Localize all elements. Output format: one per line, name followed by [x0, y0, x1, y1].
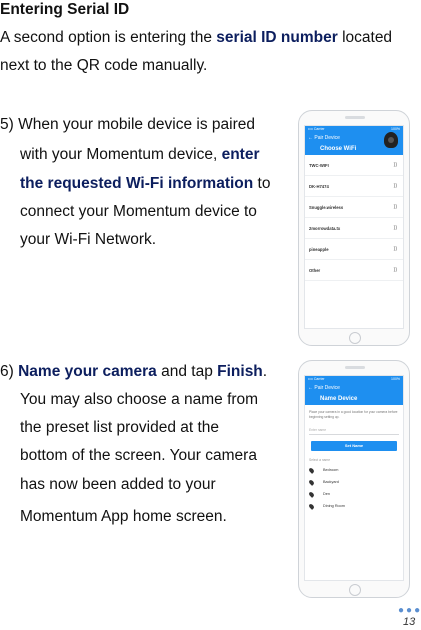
network-item[interactable]: DK-H7474)): [305, 176, 403, 197]
wifi-icon: )): [393, 183, 397, 189]
step6-line-4: bottom of the screen. Your camera: [20, 447, 257, 464]
wifi-icon: )): [393, 204, 397, 210]
section-heading: Entering Serial ID: [0, 1, 130, 18]
step5-line-3: the requested Wi-Fi information to: [20, 175, 271, 192]
location-pin-icon: [308, 466, 315, 474]
network-item[interactable]: 2morrowdata.tx)): [305, 218, 403, 239]
camera-icon: [384, 132, 398, 148]
phone-mockup-wifi: •••• Carrier 100% ← Pair Device Choose Wi…: [298, 110, 410, 346]
preset-item[interactable]: Dining Room: [305, 500, 403, 512]
preset-item[interactable]: Backyard: [305, 476, 403, 488]
intro-line-2: next to the QR code manually.: [0, 57, 208, 74]
placement-tip: Place your camera in a good location for…: [309, 410, 398, 419]
step5-line-4: connect your Momentum device to: [20, 203, 257, 220]
preset-label: Select a name: [309, 458, 331, 462]
location-pin-icon: [308, 502, 315, 510]
name-header: •••• Carrier 100% ← Pair Device Name Devi…: [305, 376, 403, 405]
preset-item[interactable]: Den: [305, 488, 403, 500]
wifi-screen: •••• Carrier 100% ← Pair Device Choose Wi…: [304, 125, 404, 329]
step6-line-6: Momentum App home screen.: [20, 508, 227, 525]
step5-line-2: with your Momentum device, enter: [20, 146, 260, 163]
step6-line-1: 6) Name your camera and tap Finish.: [0, 363, 268, 380]
step6-line-2: You may also choose a name from: [20, 391, 259, 408]
wifi-icon: )): [393, 225, 397, 231]
network-item[interactable]: pineapple)): [305, 239, 403, 260]
network-item[interactable]: TWC-WIFI)): [305, 155, 403, 176]
location-pin-icon: [308, 490, 315, 498]
step5-highlight-a: enter: [221, 146, 260, 163]
wifi-icon: )): [393, 246, 397, 252]
location-pin-icon: [308, 478, 315, 486]
wifi-header: •••• Carrier 100% ← Pair Device Choose Wi…: [305, 126, 403, 155]
intro-line-1: A second option is entering the serial I…: [0, 29, 393, 46]
home-button: [349, 584, 361, 596]
screen-title: Name Device: [320, 396, 358, 402]
status-bar: •••• Carrier 100%: [308, 377, 400, 381]
decorative-dots: ●●●: [398, 605, 421, 616]
preset-item[interactable]: Bedroom: [305, 464, 403, 476]
phone-speaker: [345, 116, 365, 119]
step5-line-5: your Wi-Fi Network.: [20, 231, 157, 248]
step6-line-5: has now been added to your: [20, 476, 216, 493]
name-screen: •••• Carrier 100% ← Pair Device Name Devi…: [304, 375, 404, 581]
network-item[interactable]: Other)): [305, 260, 403, 281]
phone-mockup-name: •••• Carrier 100% ← Pair Device Name Devi…: [298, 360, 410, 598]
page-number: 13: [403, 616, 416, 628]
wifi-icon: )): [393, 162, 397, 168]
home-button: [349, 332, 361, 344]
serial-id-highlight: serial ID number: [216, 29, 338, 46]
back-nav[interactable]: ← Pair Device: [305, 383, 403, 393]
step6-highlight-name: Name your camera: [18, 363, 157, 380]
step6-line-3: the preset list provided at the: [20, 419, 220, 436]
set-name-button[interactable]: Set Name: [311, 441, 397, 451]
step5-line-1: 5) When your mobile device is paired: [0, 116, 256, 133]
device-name-input[interactable]: Enter name: [309, 425, 399, 435]
step5-highlight-b: the requested Wi-Fi information: [20, 175, 254, 192]
wifi-icon: )): [393, 267, 397, 273]
phone-speaker: [345, 366, 365, 369]
network-item[interactable]: Snuggle.wireless)): [305, 197, 403, 218]
step6-highlight-finish: Finish: [217, 363, 263, 380]
